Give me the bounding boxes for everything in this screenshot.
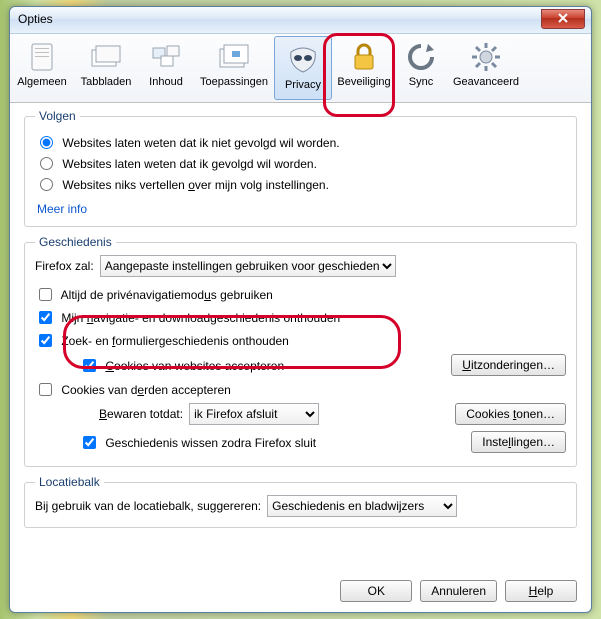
check-remember-nav[interactable]: Mijn navigatie- en downloadgeschiedenis … bbox=[35, 308, 566, 327]
advanced-gear-icon bbox=[471, 42, 501, 72]
tab-advanced[interactable]: Geavanceerd bbox=[446, 34, 526, 102]
locationbar-label: Bij gebruik van de locatiebalk, suggerer… bbox=[35, 499, 261, 513]
more-info-link[interactable]: Meer info bbox=[37, 202, 87, 216]
content-icon bbox=[151, 44, 181, 70]
tab-sync[interactable]: Sync bbox=[396, 34, 446, 102]
close-button[interactable] bbox=[541, 9, 585, 29]
check-accept-cookies[interactable]: Cookies van websites accepteren bbox=[79, 356, 284, 375]
check-remember-nav-label: Mijn navigatie- en downloadgeschiedenis … bbox=[61, 311, 340, 325]
tab-applications[interactable]: Toepassingen bbox=[194, 34, 274, 102]
cancel-button[interactable]: Annuleren bbox=[420, 580, 497, 602]
radio-do-track-input[interactable] bbox=[40, 157, 53, 170]
firefox-will-label: Firefox zal: bbox=[35, 259, 94, 273]
check-remember-forms-label: Zoek- en formuliergeschiedenis onthouden bbox=[61, 334, 289, 348]
locationbar-select[interactable]: Geschiedenis en bladwijzers bbox=[267, 495, 457, 517]
tab-sync-label: Sync bbox=[396, 76, 446, 88]
keep-until-select[interactable]: ik Firefox afsluit bbox=[189, 403, 319, 425]
ok-button[interactable]: OK bbox=[340, 580, 412, 602]
radio-do-not-track[interactable]: Websites laten weten dat ik niet gevolgd… bbox=[35, 133, 566, 150]
tab-privacy-label: Privacy bbox=[275, 79, 331, 91]
dialog-footer: OK Annuleren Help bbox=[340, 580, 577, 602]
check-clear-on-close[interactable]: Geschiedenis wissen zodra Firefox sluit bbox=[79, 433, 316, 452]
check-remember-forms[interactable]: Zoek- en formuliergeschiedenis onthouden bbox=[35, 331, 566, 350]
tab-security[interactable]: Beveiliging bbox=[332, 34, 396, 102]
radio-no-pref[interactable]: Websites niks vertellen over mijn volg i… bbox=[35, 175, 566, 192]
tab-tabs[interactable]: Tabbladen bbox=[74, 34, 138, 102]
check-always-private-input[interactable] bbox=[39, 288, 52, 301]
tab-privacy[interactable]: Privacy bbox=[274, 36, 332, 100]
radio-do-track-label: Websites laten weten dat ik gevolgd wil … bbox=[62, 157, 317, 171]
check-accept-cookies-label: Cookies van websites accepteren bbox=[105, 359, 284, 373]
check-third-party-input[interactable] bbox=[39, 383, 52, 396]
check-remember-forms-input[interactable] bbox=[39, 334, 52, 347]
tracking-group: Volgen Websites laten weten dat ik niet … bbox=[24, 109, 577, 227]
radio-no-pref-input[interactable] bbox=[40, 178, 53, 191]
radio-do-not-track-label: Websites laten weten dat ik niet gevolgd… bbox=[62, 136, 339, 150]
tab-advanced-label: Geavanceerd bbox=[446, 76, 526, 88]
show-cookies-button[interactable]: Cookies tonen… bbox=[455, 403, 566, 425]
check-clear-on-close-input[interactable] bbox=[83, 436, 96, 449]
sync-icon bbox=[406, 42, 436, 72]
history-group: Geschiedenis Firefox zal: Aangepaste ins… bbox=[24, 235, 577, 467]
help-button[interactable]: Help bbox=[505, 580, 577, 602]
tab-applications-label: Toepassingen bbox=[194, 76, 274, 88]
radio-no-pref-label: Websites niks vertellen over mijn volg i… bbox=[62, 178, 329, 192]
check-remember-nav-input[interactable] bbox=[39, 311, 52, 324]
check-always-private-label: Altijd de privénavigatiemodus gebruiken bbox=[61, 288, 273, 302]
tab-content-label: Inhoud bbox=[138, 76, 194, 88]
tab-content[interactable]: Inhoud bbox=[138, 34, 194, 102]
tracking-legend: Volgen bbox=[35, 109, 80, 123]
category-toolbar: Algemeen Tabbladen Inhoud Toepassingen P… bbox=[10, 34, 591, 103]
check-always-private[interactable]: Altijd de privénavigatiemodus gebruiken bbox=[35, 285, 566, 304]
security-lock-icon bbox=[351, 42, 377, 72]
titlebar: Opties bbox=[10, 7, 591, 34]
applications-icon bbox=[218, 43, 250, 71]
clear-settings-button[interactable]: Instellingen… bbox=[471, 431, 566, 453]
radio-do-not-track-input[interactable] bbox=[40, 136, 53, 149]
check-third-party-label: Cookies van derden accepteren bbox=[61, 383, 230, 397]
tabs-icon bbox=[90, 44, 122, 70]
check-accept-cookies-input[interactable] bbox=[83, 359, 96, 372]
check-third-party[interactable]: Cookies van derden accepteren bbox=[35, 380, 566, 399]
tab-security-label: Beveiliging bbox=[332, 76, 396, 88]
check-clear-on-close-label: Geschiedenis wissen zodra Firefox sluit bbox=[105, 436, 316, 450]
privacy-mask-icon bbox=[287, 46, 319, 74]
tab-general-label: Algemeen bbox=[10, 76, 74, 88]
exceptions-button[interactable]: Uitzonderingen… bbox=[451, 354, 566, 376]
locationbar-legend: Locatiebalk bbox=[35, 475, 104, 489]
locationbar-group: Locatiebalk Bij gebruik van de locatieba… bbox=[24, 475, 577, 528]
general-icon bbox=[28, 42, 56, 72]
keep-until-label: Bewaren totdat: bbox=[99, 407, 183, 421]
tab-tabs-label: Tabbladen bbox=[74, 76, 138, 88]
history-legend: Geschiedenis bbox=[35, 235, 116, 249]
tab-general[interactable]: Algemeen bbox=[10, 34, 74, 102]
close-icon bbox=[558, 13, 568, 23]
history-mode-select[interactable]: Aangepaste instellingen gebruiken voor g… bbox=[100, 255, 396, 277]
radio-do-track[interactable]: Websites laten weten dat ik gevolgd wil … bbox=[35, 154, 566, 171]
window-title: Opties bbox=[18, 12, 53, 26]
